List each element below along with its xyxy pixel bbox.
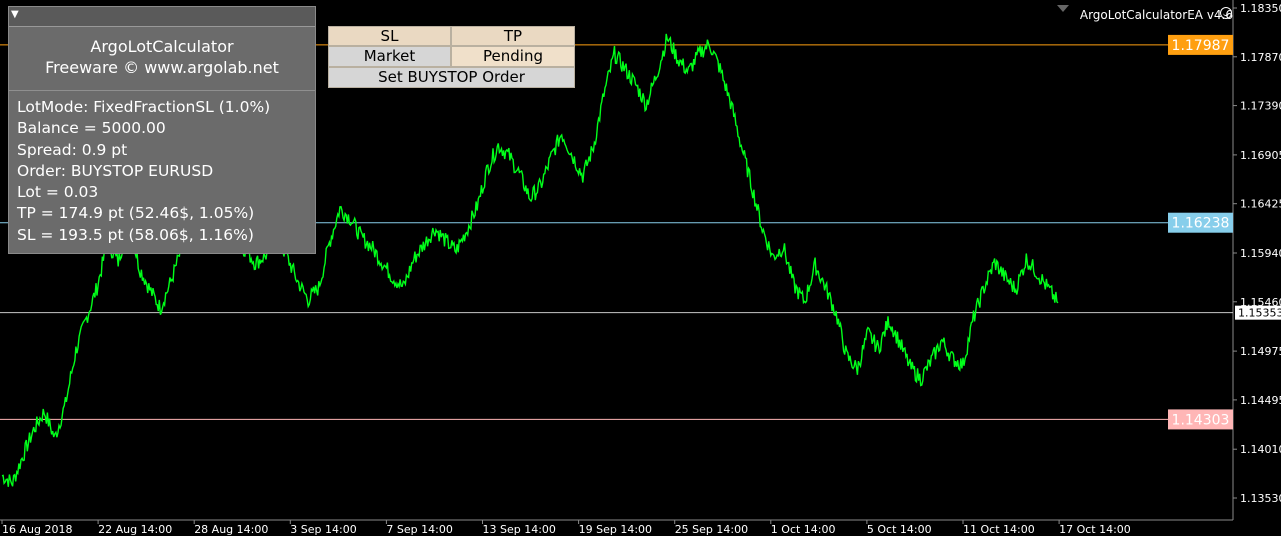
pending-button[interactable]: Pending <box>451 46 575 67</box>
x-tick-label: 17 Oct 14:00 <box>1059 523 1131 536</box>
market-button[interactable]: Market <box>328 46 451 67</box>
x-axis-ticks: 16 Aug 2018 22 Aug 14:00 28 Aug 14:00 3 Sep… <box>1 520 1131 536</box>
y-tick-label: 1.18350 <box>1240 2 1281 15</box>
x-tick-label: 3 Sep 14:00 <box>290 523 356 536</box>
x-tick-label: 13 Sep 14:00 <box>483 523 556 536</box>
y-tick-label: 1.14975 <box>1240 345 1281 358</box>
info-lot: Lot = 0.03 <box>17 183 99 202</box>
y-tick-label: 1.15940 <box>1240 247 1281 260</box>
panel-divider <box>9 90 315 91</box>
smiley-icon <box>1220 7 1232 19</box>
x-tick-label: 7 Sep 14:00 <box>386 523 452 536</box>
x-tick-label: 28 Aug 14:00 <box>194 523 268 536</box>
tp-button[interactable]: TP <box>451 26 575 46</box>
panel-header[interactable]: ▼ <box>9 7 315 27</box>
triangle-down-icon <box>1057 5 1069 12</box>
y-tick-label: 1.13530 <box>1240 492 1281 505</box>
ea-label: ArgoLotCalculatorEA v4.6 <box>1079 8 1233 22</box>
y-tick-label: 1.17870 <box>1240 51 1281 64</box>
x-tick-label: 25 Sep 14:00 <box>675 523 748 536</box>
info-tp: TP = 174.9 pt (52.46$, 1.05%) <box>17 204 255 223</box>
info-sl: SL = 193.5 pt (58.06$, 1.16%) <box>17 225 254 244</box>
x-tick-label: 11 Oct 14:00 <box>963 523 1035 536</box>
x-tick-label: 16 Aug 2018 <box>2 523 72 536</box>
x-tick-label: 22 Aug 14:00 <box>98 523 172 536</box>
sl-button[interactable]: SL <box>328 26 451 46</box>
sl-level-label: 1.14303 <box>1172 412 1230 428</box>
y-tick-label: 1.16905 <box>1240 149 1281 162</box>
y-tick-label: 1.14010 <box>1240 443 1281 456</box>
x-tick-label: 19 Sep 14:00 <box>579 523 652 536</box>
panel-subtitle: Freeware © www.argolab.net <box>45 58 279 77</box>
tp-level-label: 1.17987 <box>1172 38 1230 54</box>
x-tick-label: 5 Oct 14:00 <box>867 523 932 536</box>
info-balance: Balance = 5000.00 <box>17 119 166 138</box>
info-order: Order: BUYSTOP EURUSD <box>17 161 214 180</box>
set-order-button[interactable]: Set BUYSTOP Order <box>328 67 575 88</box>
y-tick-label: 1.14495 <box>1240 394 1281 407</box>
y-tick-label: 1.17390 <box>1240 100 1281 113</box>
info-lotmode: LotMode: FixedFractionSL (1.0%) <box>17 98 271 116</box>
collapse-icon[interactable]: ▼ <box>11 9 19 21</box>
y-axis-ticks: 1.18350 1.17870 1.17390 1.16905 1.16425 1.159… <box>1233 2 1281 505</box>
entry-level-label: 1.16238 <box>1172 216 1230 232</box>
info-panel: ▼ ArgoLotCalculator Freeware © www.argol… <box>8 6 316 254</box>
x-tick-label: 1 Oct 14:00 <box>771 523 836 536</box>
y-tick-label: 1.16425 <box>1240 198 1281 211</box>
info-lines: LotMode: FixedFractionSL (1.0%) Balance … <box>17 97 270 246</box>
info-spread: Spread: 0.9 pt <box>17 140 128 159</box>
panel-title: ArgoLotCalculator <box>90 37 234 56</box>
current-price-label: 1.15353 <box>1238 307 1281 320</box>
